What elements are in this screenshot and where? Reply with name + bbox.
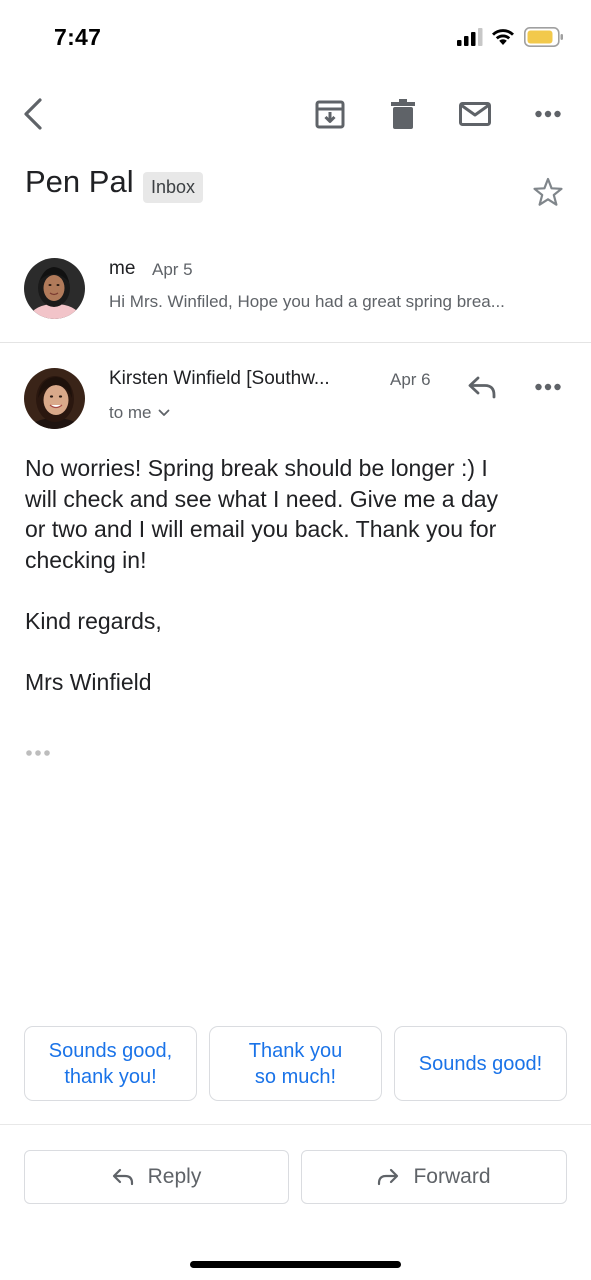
- closing-line: Kind regards,: [25, 607, 162, 634]
- mail-icon: [459, 102, 491, 126]
- battery-icon: [524, 27, 563, 47]
- chip-line: Sounds good!: [418, 1052, 543, 1075]
- reply-label: Reply: [147, 1165, 202, 1188]
- reply-icon: [468, 376, 496, 399]
- forward-button[interactable]: Forward: [301, 1150, 567, 1204]
- avatar: [24, 258, 85, 319]
- body-line: checking in!: [25, 546, 147, 573]
- smart-reply-chip[interactable]: Sounds good, thank you!: [24, 1026, 197, 1101]
- chip-line: Thank you: [248, 1039, 343, 1062]
- collapsed-message[interactable]: me Apr 5 Hi Mrs. Winfiled, Hope you had …: [0, 240, 591, 343]
- status-time: 7:47: [54, 24, 102, 50]
- chevron-down-icon: [158, 409, 169, 416]
- cellular-signal-icon: [457, 28, 483, 46]
- thread-subject: Pen Pal: [25, 164, 134, 199]
- message-date: Apr 6: [390, 370, 431, 389]
- signature-line: Mrs Winfield: [25, 668, 152, 695]
- wifi-icon: [492, 29, 514, 45]
- message-more-button[interactable]: [528, 374, 568, 400]
- forward-icon: [378, 1168, 399, 1186]
- more-horizontal-icon: [535, 383, 561, 391]
- smart-reply-chip[interactable]: Sounds good!: [394, 1026, 567, 1101]
- smart-reply-chips: Sounds good, thank you! Thank you so muc…: [24, 1026, 567, 1101]
- star-icon[interactable]: [531, 176, 565, 210]
- mark-unread-button[interactable]: [452, 88, 498, 140]
- more-horizontal-icon: [535, 110, 561, 118]
- back-arrow-icon: [24, 98, 42, 130]
- message-date: Apr 5: [152, 260, 193, 279]
- body-line: will check and see what I need. Give me …: [25, 485, 499, 512]
- status-bar: 7:47: [0, 0, 591, 70]
- expanded-message: Kirsten Winfield [Southw... Apr 6 to me …: [0, 344, 591, 784]
- body-line: No worries! Spring break should be longe…: [25, 455, 488, 481]
- inbox-label-badge[interactable]: Inbox: [143, 172, 204, 203]
- recipient-details-toggle[interactable]: to me: [109, 403, 170, 423]
- message-snippet: Hi Mrs. Winfiled, Hope you had a great s…: [109, 292, 505, 311]
- subject-row: Pen Pal Inbox: [25, 164, 565, 214]
- body-line: or two and I will email you back. Thank …: [25, 516, 497, 542]
- delete-button[interactable]: [380, 88, 426, 140]
- sender-name: me: [109, 258, 136, 279]
- show-trimmed-content-button[interactable]: [25, 744, 55, 762]
- reply-icon: [112, 1168, 133, 1186]
- smart-reply-chip[interactable]: Thank you so much!: [209, 1026, 382, 1101]
- email-thread-screen: 7:47 Pen Pal Inbox me Apr 5 Hi Mrs. Winf…: [0, 0, 591, 1280]
- reply-icon-button[interactable]: [462, 372, 502, 402]
- forward-label: Forward: [413, 1165, 491, 1188]
- back-button[interactable]: [10, 88, 56, 140]
- archive-button[interactable]: [307, 88, 353, 140]
- trimmed-content-icon: [26, 750, 50, 756]
- divider: [0, 1124, 591, 1125]
- chip-line: thank you!: [64, 1065, 157, 1088]
- avatar: [24, 368, 85, 429]
- trash-icon: [391, 99, 415, 129]
- chip-line: Sounds good,: [48, 1039, 173, 1062]
- chip-line: so much!: [254, 1065, 337, 1088]
- top-toolbar: [0, 88, 591, 140]
- recipient-label: to me: [109, 403, 152, 422]
- reply-button[interactable]: Reply: [24, 1150, 289, 1204]
- more-options-button[interactable]: [525, 88, 571, 140]
- message-body: No worries! Spring break should be longe…: [25, 453, 570, 697]
- home-indicator[interactable]: [190, 1261, 401, 1268]
- sender-name: Kirsten Winfield [Southw...: [109, 368, 330, 389]
- archive-icon: [315, 100, 345, 129]
